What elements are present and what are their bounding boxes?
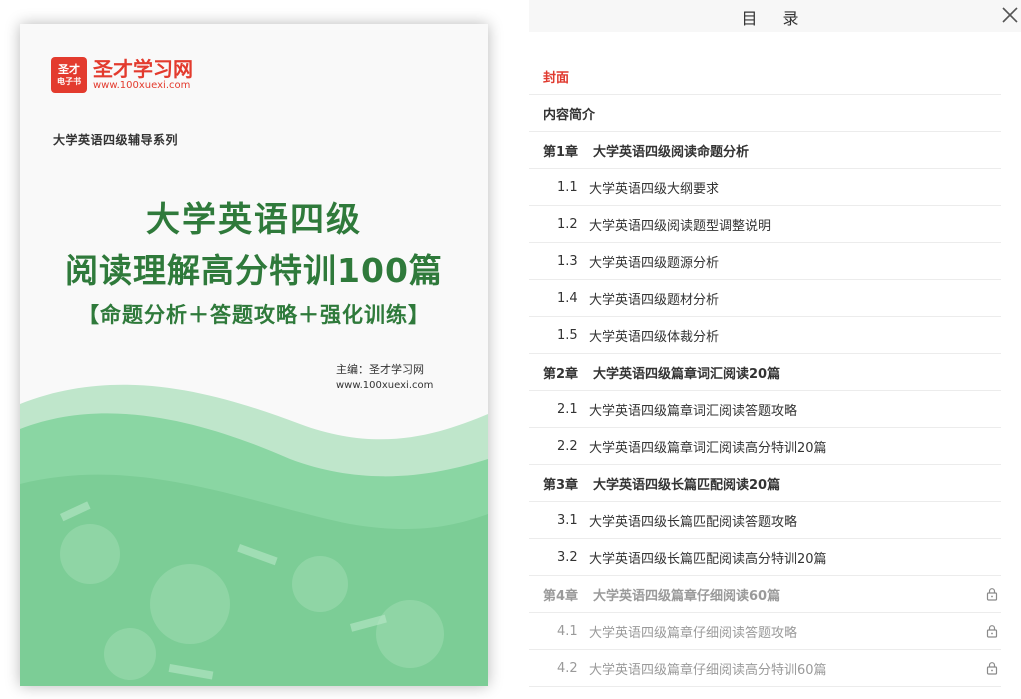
toc-chapter-item[interactable]: 第3章 大学英语四级长篇匹配阅读20篇 [529,465,1001,502]
toc-list: 封面内容简介第1章 大学英语四级阅读命题分析 1.1 大学英语四级大纲要求 1.2 大学英… [529,58,1001,687]
toc-item-number: 第2章 [543,366,579,382]
toc-section-item[interactable]: 2.1 大学英语四级篇章词汇阅读答题攻略 [529,391,1001,428]
lock-icon [986,588,998,601]
toc-item-number: 3.1 [557,512,578,528]
toc-chapter-item[interactable]: 第1章 大学英语四级阅读命题分析 [529,132,1001,169]
toc-item-label: 大学英语四级体裁分析 [589,329,720,345]
toc-section-item[interactable]: 1.4 大学英语四级题材分析 [529,280,1001,317]
toc-section-item[interactable]: 1.5 大学英语四级体裁分析 [529,317,1001,354]
toc-section-item[interactable]: 3.1 大学英语四级长篇匹配阅读答题攻略 [529,502,1001,539]
book-subtitle: 【命题分析＋答题攻略＋强化训练】 [78,303,430,327]
book-title-line1: 大学英语四级 [146,200,362,240]
toc-item-label: 大学英语四级题材分析 [589,292,720,308]
toc-header: 目 录 [529,0,1021,32]
toc-item-label: 大学英语四级大纲要求 [589,181,720,197]
toc-section-item[interactable]: 1.3 大学英语四级题源分析 [529,243,1001,280]
toc-item-label: 大学英语四级长篇匹配阅读答题攻略 [589,514,798,530]
lock-icon [986,625,998,638]
logo-badge: 圣才 电子书 [51,57,87,93]
toc-item-number: 4.1 [557,623,578,639]
toc-item-number: 1.1 [557,179,578,195]
book-title-line2: 阅读理解高分特训100篇 [65,251,443,290]
toc-section-item[interactable]: 1.2 大学英语四级阅读题型调整说明 [529,206,1001,243]
logo-url: www.100xuexi.com [93,80,191,91]
toc-item-label: 大学英语四级篇章仔细阅读60篇 [593,588,781,604]
toc-section-item[interactable]: 1.1 大学英语四级大纲要求 [529,169,1001,206]
toc-item-number: 1.2 [557,216,578,232]
toc-item-label: 大学英语四级篇章词汇阅读答题攻略 [589,403,798,419]
toc-section-item[interactable]: 4.1 大学英语四级篇章仔细阅读答题攻略 [529,613,1001,650]
logo-name: 圣才学习网 [93,57,193,81]
publisher-logo: 圣才 电子书 圣才学习网 www.100xuexi.com [51,57,193,93]
close-icon[interactable] [999,4,1021,26]
toc-item-label: 大学英语四级篇章词汇阅读20篇 [593,366,781,382]
cover-wave-decoration [20,384,488,686]
toc-item-number: 1.4 [557,290,578,306]
toc-chapter-item[interactable]: 封面 [529,58,1001,95]
toc-chapter-item[interactable]: 第4章 大学英语四级篇章仔细阅读60篇 [529,576,1001,613]
toc-item-number: 第1章 [543,144,579,160]
toc-item-label: 封面 [543,70,570,86]
toc-panel: 目 录 封面 内容简介 第1章 大学英语四级阅读命题分析 1.1 大学英语四级大纲要求 1.… [529,0,1021,699]
toc-item-label: 大学英语四级篇章仔细阅读高分特训60篇 [589,662,827,678]
book-cover-pane: 圣才 电子书 圣才学习网 www.100xuexi.com 大学英语四级辅导系列… [0,0,510,699]
toc-item-label: 大学英语四级阅读题型调整说明 [589,218,772,234]
toc-chapter-item[interactable]: 第2章 大学英语四级篇章词汇阅读20篇 [529,354,1001,391]
toc-section-item[interactable]: 4.2 大学英语四级篇章仔细阅读高分特训60篇 [529,650,1001,687]
toc-item-number: 第4章 [543,588,579,604]
toc-item-label: 大学英语四级阅读命题分析 [593,144,750,160]
toc-item-label: 内容简介 [543,107,596,123]
toc-item-number: 1.3 [557,253,578,269]
toc-item-number: 2.2 [557,438,578,454]
toc-title: 目 录 [741,9,809,28]
series-label: 大学英语四级辅导系列 [53,133,179,147]
toc-item-number: 2.1 [557,401,578,417]
book-cover: 圣才 电子书 圣才学习网 www.100xuexi.com 大学英语四级辅导系列… [20,24,488,686]
lock-icon [986,662,998,675]
toc-item-label: 大学英语四级篇章词汇阅读高分特训20篇 [589,440,827,456]
toc-item-label: 大学英语四级题源分析 [589,255,720,271]
toc-item-number: 3.2 [557,549,578,565]
toc-section-item[interactable]: 3.2 大学英语四级长篇匹配阅读高分特训20篇 [529,539,1001,576]
toc-item-label: 大学英语四级长篇匹配阅读20篇 [593,477,781,493]
toc-item-number: 第3章 [543,477,579,493]
toc-chapter-item[interactable]: 内容简介 [529,95,1001,132]
toc-item-number: 1.5 [557,327,578,343]
toc-item-label: 大学英语四级长篇匹配阅读高分特训20篇 [589,551,827,567]
toc-section-item[interactable]: 2.2 大学英语四级篇章词汇阅读高分特训20篇 [529,428,1001,465]
toc-item-label: 大学英语四级篇章仔细阅读答题攻略 [589,625,798,641]
toc-item-number: 4.2 [557,660,578,676]
